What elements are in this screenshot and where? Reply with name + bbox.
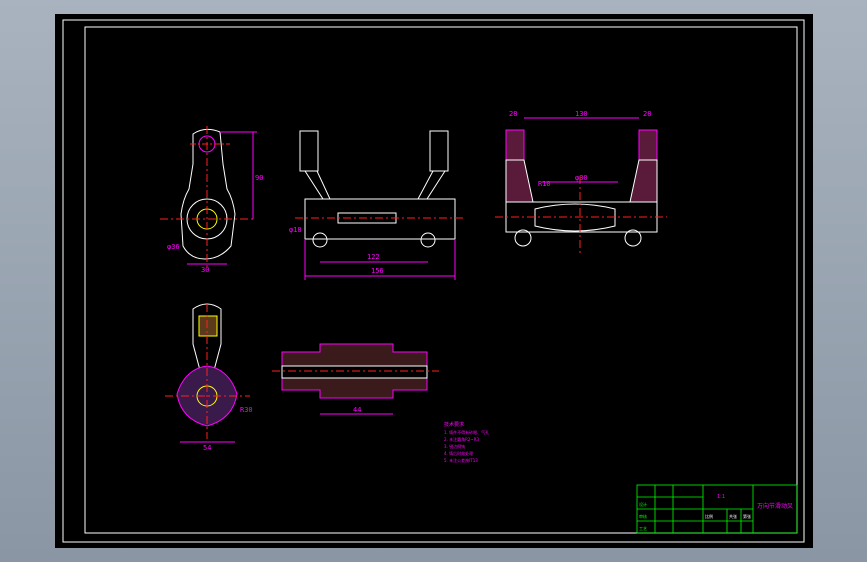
notes-line-2: 2. 未注圆角R2~R3 [444, 436, 480, 442]
top-view [495, 117, 667, 254]
top-view-left-arm [505, 159, 534, 203]
notes-line-1: 1. 铸件不得有砂眼、气孔 [444, 429, 489, 435]
top-view-right-arm [629, 159, 658, 203]
section-view-dim-width-label: 54 [203, 444, 211, 452]
inner-frame [84, 26, 798, 534]
notes-line-5: 5. 未注公差按IT13 [444, 457, 478, 463]
front-view-right-pin [420, 232, 436, 248]
top-view-dim-left-label: 28 [509, 110, 517, 118]
notes-title: 技术要求 [444, 421, 464, 428]
top-view-dim-neck-label: φ30 [575, 174, 588, 182]
front-view-dim-inner-label: 122 [367, 253, 380, 261]
front-view-left-arm [304, 170, 331, 200]
front-view [295, 130, 465, 280]
front-view-left-lug [299, 130, 319, 172]
front-view-body [304, 198, 456, 240]
top-view-dim-fillet-label: R10 [538, 180, 551, 188]
title-block-cell-2: 审核 [639, 513, 647, 519]
title-block-cell-4: 比例 [705, 513, 713, 519]
shaft-view [272, 343, 439, 415]
title-block-cell-3: 工艺 [639, 526, 647, 531]
title-block-scale: 1:1 [717, 494, 725, 500]
section-view [165, 303, 250, 443]
side-view-outline [180, 128, 236, 260]
section-view-dim-hub-label: R30 [240, 406, 253, 414]
top-view-left-lug [505, 129, 525, 161]
notes-line-3: 3. 锐边倒钝 [444, 443, 465, 449]
title-block-cell-1: 设计 [639, 501, 647, 507]
front-view-dim-overall-label: 156 [371, 267, 384, 275]
side-view-dim-hub-label: φ36 [167, 243, 180, 251]
title-block-cell-5: 共张 [729, 513, 737, 519]
notes-line-4: 4. 铸后时效处理 [444, 450, 473, 456]
shaft-view-bore [281, 365, 428, 379]
technical-notes: 技术要求 1. 铸件不得有砂眼、气孔 2. 未注圆角R2~R3 3. 锐边倒钝 … [444, 421, 489, 463]
top-view-dim-inner-label: 130 [575, 110, 588, 118]
outer-frame [62, 19, 805, 543]
cad-drawing: 90 30 φ36 122 156 φ18 130 28 28 φ30 R10 … [62, 19, 805, 543]
side-view-dim-height-label: 90 [255, 174, 263, 182]
drawing-sheet: 90 30 φ36 122 156 φ18 130 28 28 φ30 R10 … [55, 14, 813, 548]
front-view-right-arm [417, 170, 446, 200]
shaft-view-dim-length-label: 44 [353, 406, 361, 414]
side-view-dim-width-label: 30 [201, 266, 209, 274]
section-view-hatched-bore [198, 315, 218, 337]
front-view-left-pin [312, 232, 328, 248]
top-view-right-lug [638, 129, 658, 161]
title-block-cell-6: 第张 [743, 513, 751, 519]
top-view-dim-right-label: 28 [643, 110, 651, 118]
front-view-dim-pin-label: φ18 [289, 226, 302, 234]
front-view-right-lug [429, 130, 449, 172]
title-block-drawing-name: 万向节滑动叉 [757, 502, 793, 510]
